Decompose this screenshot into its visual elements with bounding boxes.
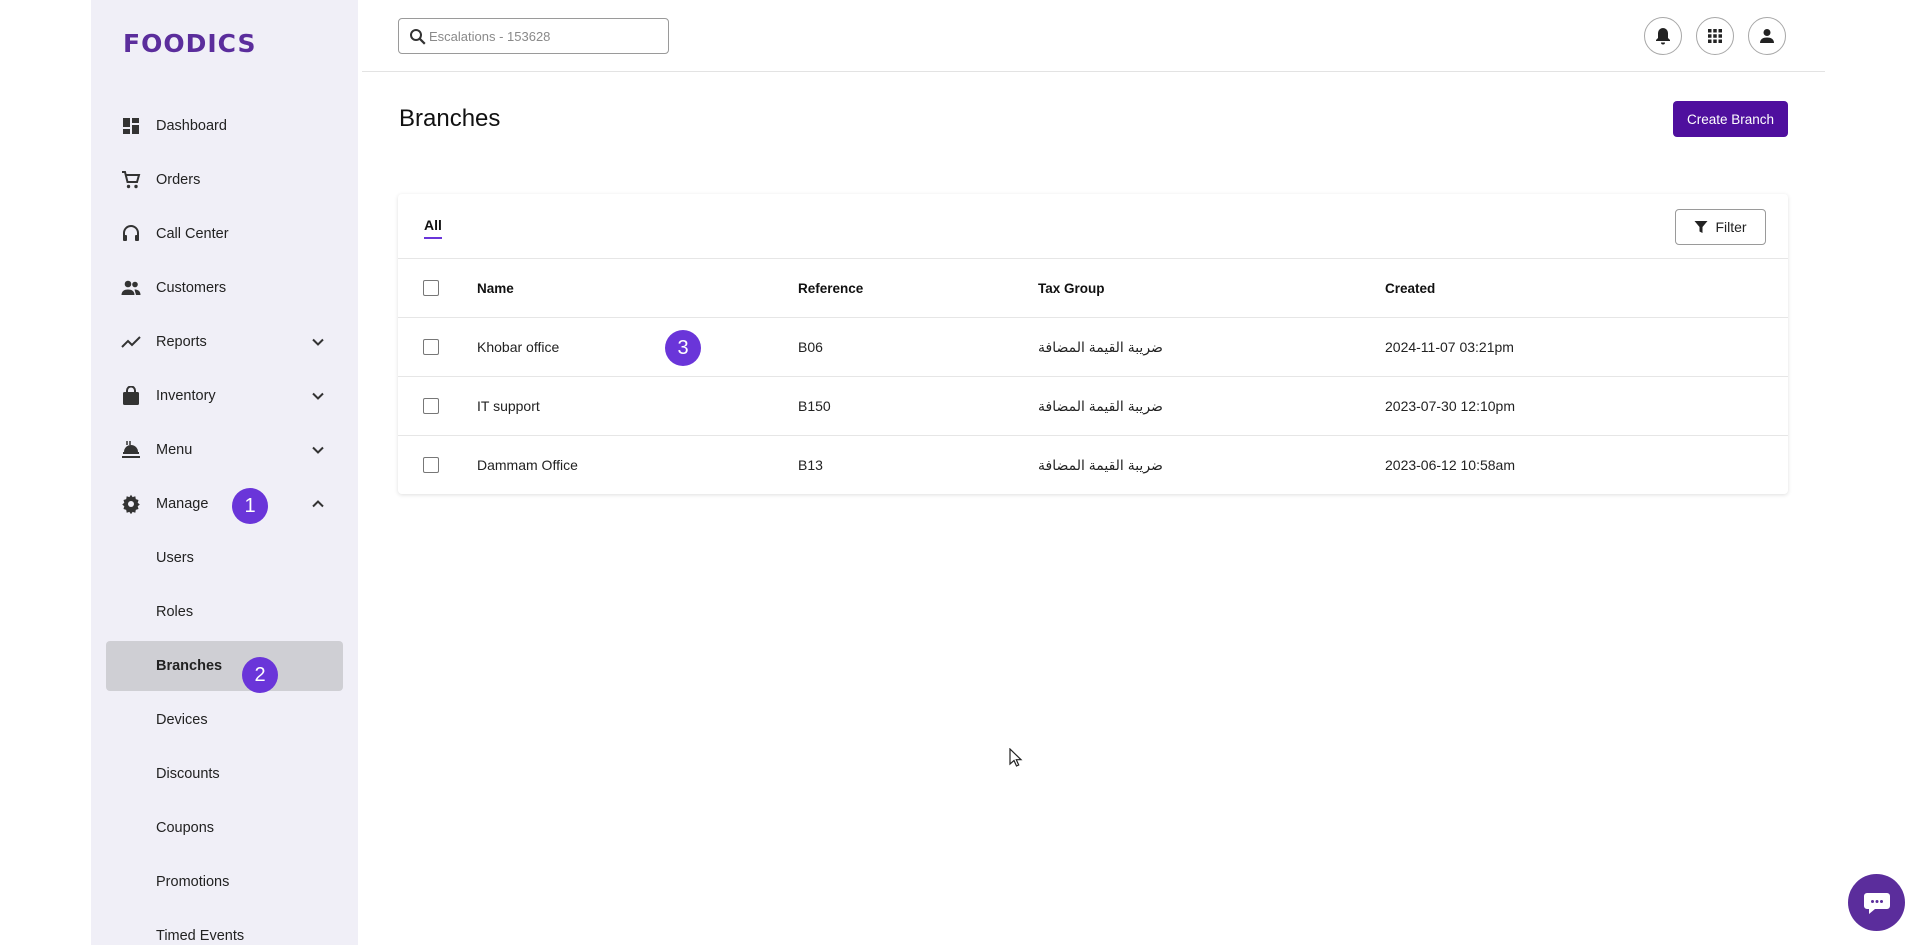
sidebar-subitem-users[interactable]: Users [106, 533, 343, 583]
sidebar-item-label: Menu [156, 442, 193, 458]
branch-created: 2023-07-30 12:10pm [1385, 398, 1515, 414]
step-badge: 2 [242, 657, 278, 693]
gear-icon [121, 494, 141, 514]
table-row[interactable]: Khobar office B06 ضريبة القيمة المضافة 2… [398, 318, 1788, 377]
sidebar-item-dashboard[interactable]: Dashboard [106, 101, 343, 151]
sidebar-subitem-coupons[interactable]: Coupons [106, 803, 343, 853]
sidebar-subitem-label: Users [156, 550, 194, 566]
step-badge: 1 [232, 488, 268, 524]
sidebar-subitem-discounts[interactable]: Discounts [106, 749, 343, 799]
table-header-row: Name Reference Tax Group Created [398, 259, 1788, 318]
table-row[interactable]: Dammam Office B13 ضريبة القيمة المضافة 2… [398, 436, 1788, 495]
tab-all[interactable]: All [424, 217, 442, 239]
sidebar-item-label: Dashboard [156, 118, 227, 134]
search-input[interactable] [429, 26, 659, 46]
select-all-checkbox[interactable] [423, 280, 439, 296]
column-header-tax-group[interactable]: Tax Group [1038, 281, 1105, 296]
filter-button[interactable]: Filter [1675, 209, 1766, 245]
row-checkbox[interactable] [423, 398, 439, 414]
sidebar-item-menu[interactable]: Menu [106, 425, 343, 475]
sidebar-subitem-promotions[interactable]: Promotions [106, 857, 343, 907]
sidebar-item-manage[interactable]: Manage [106, 479, 343, 529]
top-bar [362, 0, 1825, 72]
chevron-up-icon [312, 500, 324, 508]
step-badge: 3 [665, 330, 701, 366]
page-gutter [0, 0, 91, 945]
sidebar-subitem-timed-events[interactable]: Timed Events [106, 911, 343, 945]
search-icon [410, 29, 426, 45]
branch-created: 2024-11-07 03:21pm [1385, 339, 1514, 355]
trend-icon [121, 332, 141, 352]
user-icon [1760, 29, 1774, 43]
chat-icon [1863, 892, 1890, 914]
cart-icon [121, 170, 141, 190]
sidebar-item-customers[interactable]: Customers [106, 263, 343, 313]
sidebar-subitem-roles[interactable]: Roles [106, 587, 343, 637]
filter-icon [1694, 221, 1708, 233]
foodics-logo[interactable]: FOODICS [123, 29, 256, 58]
search-box[interactable] [398, 18, 669, 54]
branch-name: Dammam Office [477, 457, 578, 473]
profile-button[interactable] [1748, 17, 1786, 55]
mouse-cursor-icon [1009, 748, 1023, 767]
branch-reference: B13 [798, 457, 823, 473]
page-title: Branches [399, 105, 501, 132]
sidebar-subitem-label: Devices [156, 712, 208, 728]
sidebar-item-label: Reports [156, 334, 207, 350]
apps-grid-icon [1708, 29, 1722, 43]
sidebar-item-orders[interactable]: Orders [106, 155, 343, 205]
sidebar-item-label: Customers [156, 280, 227, 296]
sidebar-item-label: Orders [156, 172, 201, 188]
branch-name: IT support [477, 398, 540, 414]
row-checkbox[interactable] [423, 339, 439, 355]
tabs-row: All Filter [398, 194, 1788, 259]
bell-icon [1656, 28, 1670, 45]
chevron-down-icon [312, 338, 324, 346]
sidebar-subitem-label: Coupons [156, 820, 215, 836]
headset-icon [121, 224, 141, 244]
branch-tax-group: ضريبة القيمة المضافة [1038, 398, 1163, 414]
sidebar-subitem-devices[interactable]: Devices [106, 695, 343, 745]
chevron-down-icon [312, 446, 324, 454]
branches-card: All Filter Name Reference Tax Group Crea… [398, 194, 1788, 494]
support-chat-button[interactable] [1848, 874, 1905, 931]
sidebar-item-label: Inventory [156, 388, 216, 404]
branch-tax-group: ضريبة القيمة المضافة [1038, 457, 1163, 473]
sidebar-item-inventory[interactable]: Inventory [106, 371, 343, 421]
sidebar-subitem-branches[interactable]: Branches [106, 641, 343, 691]
column-header-name[interactable]: Name [477, 281, 514, 296]
sidebar-item-label: Call Center [156, 226, 229, 242]
people-icon [121, 278, 141, 298]
sidebar-subitem-label: Roles [156, 604, 194, 620]
branch-name: Khobar office [477, 339, 560, 355]
notifications-button[interactable] [1644, 17, 1682, 55]
sidebar: FOODICS Dashboard Orders Call Center Cus… [91, 0, 358, 945]
sidebar-item-label: Manage [156, 496, 209, 512]
branch-reference: B150 [798, 398, 831, 414]
create-branch-button[interactable]: Create Branch [1673, 101, 1788, 137]
branch-tax-group: ضريبة القيمة المضافة [1038, 339, 1163, 355]
sidebar-item-reports[interactable]: Reports [106, 317, 343, 367]
apps-button[interactable] [1696, 17, 1734, 55]
food-icon [121, 440, 141, 460]
branch-created: 2023-06-12 10:58am [1385, 457, 1515, 473]
sidebar-subitem-label: Branches [156, 658, 223, 674]
chevron-down-icon [312, 392, 324, 400]
dashboard-icon [121, 116, 141, 136]
sidebar-subitem-label: Promotions [156, 874, 230, 890]
sidebar-subitem-label: Timed Events [156, 928, 245, 944]
sidebar-item-call-center[interactable]: Call Center [106, 209, 343, 259]
column-header-reference[interactable]: Reference [798, 281, 863, 296]
bag-icon [121, 386, 141, 406]
branch-reference: B06 [798, 339, 823, 355]
column-header-created[interactable]: Created [1385, 281, 1435, 296]
row-checkbox[interactable] [423, 457, 439, 473]
sidebar-subitem-label: Discounts [156, 766, 220, 782]
filter-label: Filter [1715, 219, 1747, 235]
table-row[interactable]: IT support B150 ضريبة القيمة المضافة 202… [398, 377, 1788, 436]
